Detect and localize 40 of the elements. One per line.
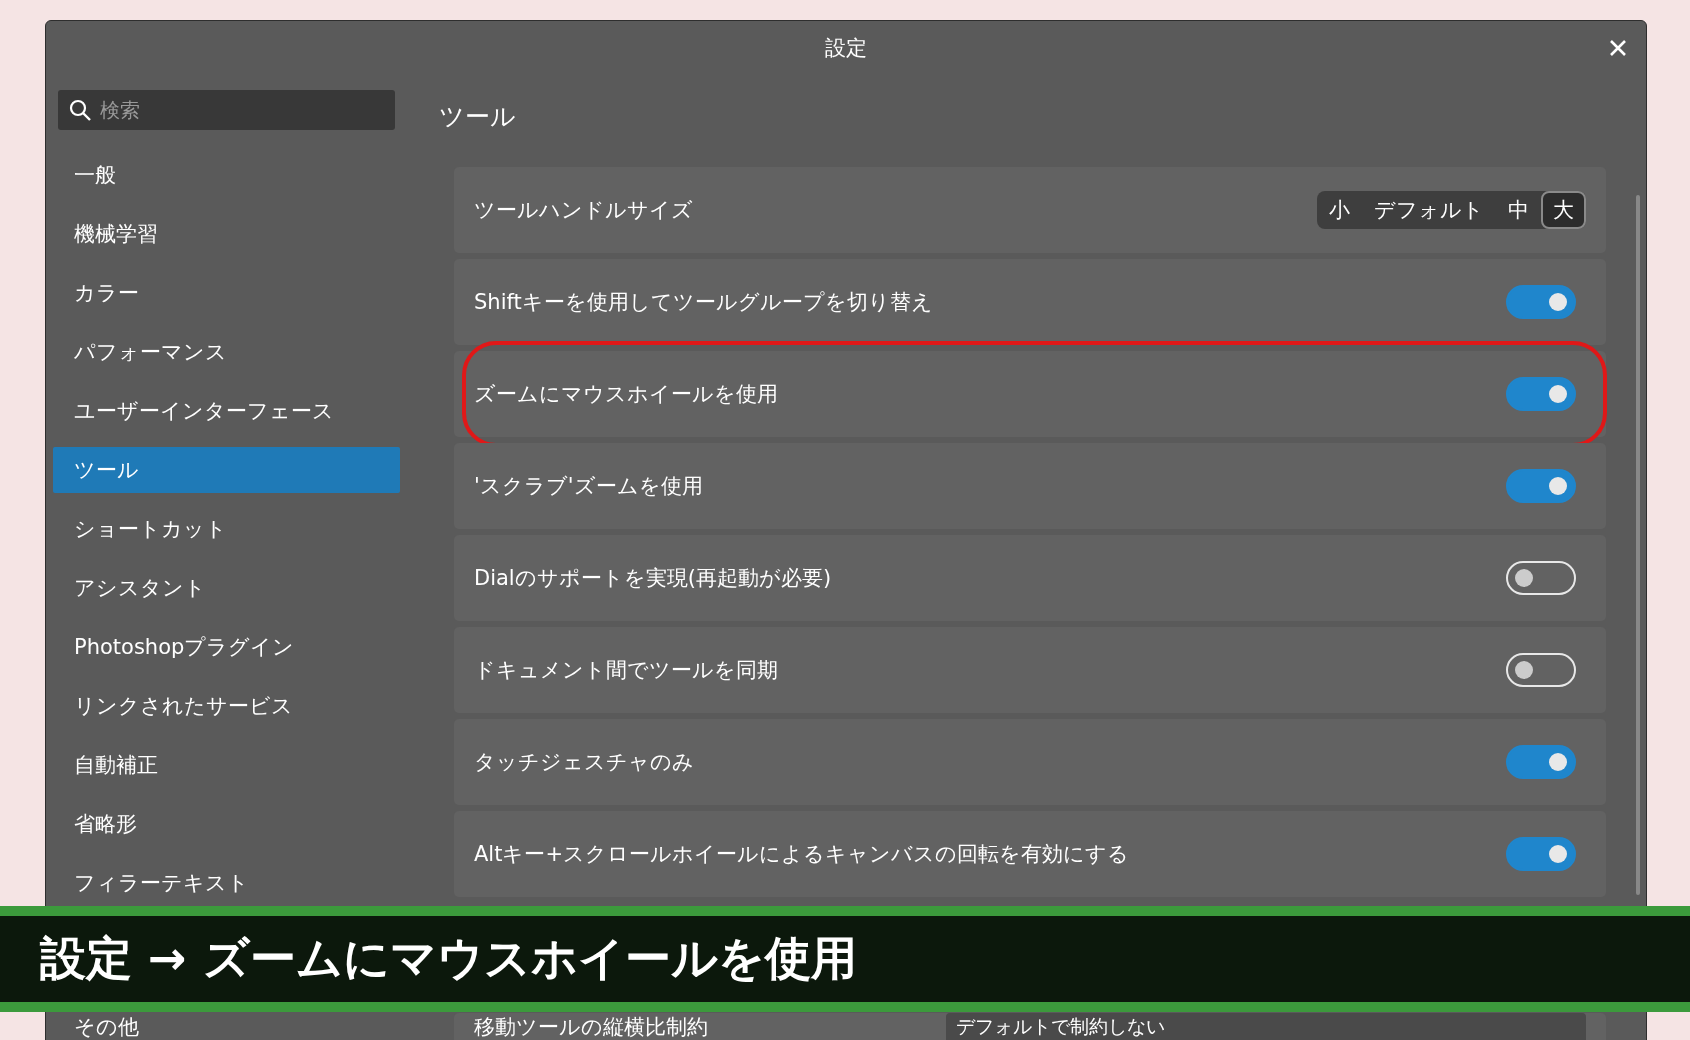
setting-label: ツールハンドルサイズ [474, 197, 693, 224]
toggle-switch[interactable] [1506, 837, 1576, 871]
sidebar-item[interactable]: カラー [53, 270, 400, 316]
sidebar-item[interactable]: その他 [53, 1013, 400, 1040]
setting-label: ズームにマウスホイールを使用 [474, 381, 778, 408]
size-option[interactable]: 中 [1496, 191, 1541, 229]
search-icon [68, 98, 92, 122]
setting-label: Dialのサポートを実現(再起動が必要) [474, 565, 832, 592]
setting-label: 移動ツールの縦横比制約 [474, 1013, 708, 1040]
sidebar-item[interactable]: 機械学習 [53, 211, 400, 257]
toggle-switch[interactable] [1506, 469, 1576, 503]
setting-label: 'スクラブ'ズームを使用 [474, 473, 703, 500]
setting-label: ドキュメント間でツールを同期 [474, 657, 778, 684]
dropdown[interactable]: デフォルトで制約しない [946, 1013, 1586, 1040]
sidebar-item[interactable]: ショートカット [53, 506, 400, 552]
toggle-switch[interactable] [1506, 285, 1576, 319]
sidebar-item[interactable]: ツール [53, 447, 400, 493]
sidebar-item[interactable]: ユーザーインターフェース [53, 388, 400, 434]
sidebar-item[interactable]: 一般 [53, 152, 400, 198]
caption-text: 設定 → ズームにマウスホイールを使用 [40, 930, 857, 987]
setting-label: Shiftキーを使用してツールグループを切り替え [474, 289, 933, 316]
size-option[interactable]: 小 [1317, 191, 1362, 229]
size-option[interactable]: 大 [1541, 191, 1586, 229]
section-heading: ツール [439, 101, 517, 133]
sidebar-item[interactable]: リンクされたサービス [53, 683, 400, 729]
size-option[interactable]: デフォルト [1362, 191, 1496, 229]
setting-label: Altキー+スクロールホイールによるキャンバスの回転を有効にする [474, 841, 1130, 868]
toggle-switch[interactable] [1506, 745, 1576, 779]
toggle-switch[interactable] [1506, 377, 1576, 411]
sidebar-item[interactable]: 自動補正 [53, 742, 400, 788]
search-field[interactable]: 検索 [58, 90, 395, 130]
sidebar-item[interactable]: アシスタント [53, 565, 400, 611]
scrollbar[interactable] [1636, 195, 1640, 895]
sidebar-item[interactable]: フィラーテキスト [53, 860, 400, 906]
sidebar-item[interactable]: パフォーマンス [53, 329, 400, 375]
window-title: 設定 [825, 35, 867, 62]
sidebar-item[interactable]: Photoshopプラグイン [53, 624, 400, 670]
sidebar-item[interactable]: 省略形 [53, 801, 400, 847]
close-icon[interactable] [1608, 38, 1628, 58]
setting-label: タッチジェスチャのみ [474, 749, 694, 776]
